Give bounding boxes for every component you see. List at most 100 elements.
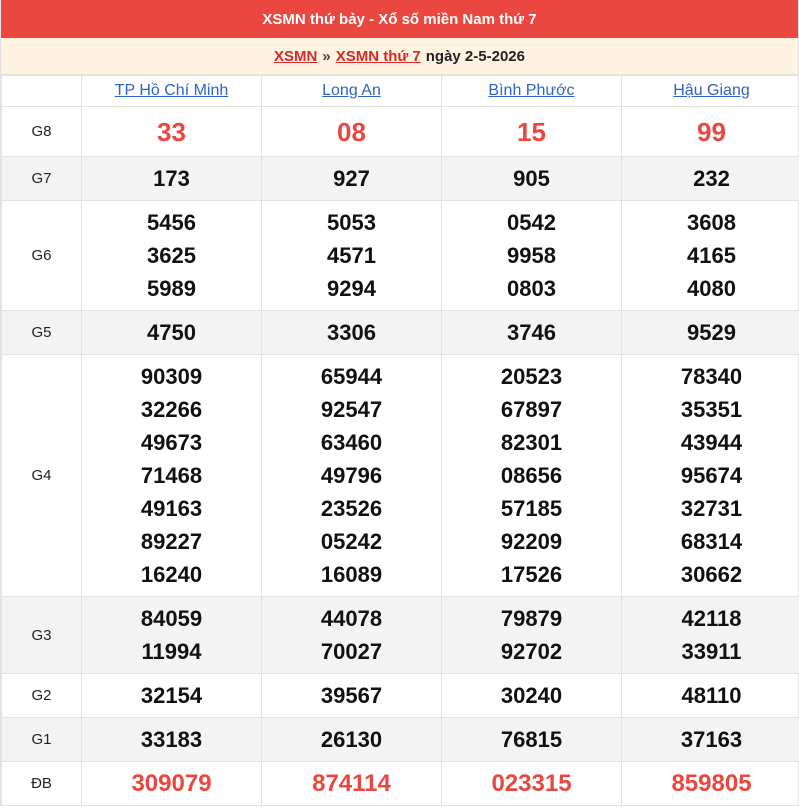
prize-cell: 232: [621, 156, 799, 201]
prize-number: 905: [513, 166, 550, 191]
prize-number: 5456: [147, 210, 196, 235]
prize-number: 9294: [327, 276, 376, 301]
prize-cell: 5456 3625 5989: [81, 200, 262, 311]
prize-number: 42118: [681, 606, 742, 631]
prize-number: 232: [693, 166, 730, 191]
province-link-hau-giang[interactable]: Hậu Giang: [673, 82, 750, 99]
prize-number: 3625: [147, 243, 196, 268]
prize-cell: 39567: [261, 673, 442, 718]
breadcrumb-link-xsmn-thu-7[interactable]: XSMN thứ 7: [336, 48, 421, 65]
prize-number: 57185: [500, 496, 563, 521]
prize-cell: 3306: [261, 310, 442, 355]
prize-number: 4750: [147, 320, 196, 345]
prize-number: 26130: [320, 727, 383, 752]
prize-cell: 4750: [81, 310, 262, 355]
prize-cell: 33: [81, 106, 262, 157]
prize-cell: 859805: [621, 761, 799, 806]
prize-number: 0803: [507, 276, 556, 301]
prize-number: 32266: [140, 397, 203, 422]
prize-number: 82301: [500, 430, 563, 455]
prize-label: G8: [1, 106, 82, 157]
prize-number: 71468: [140, 463, 203, 488]
prize-number: 08656: [500, 463, 563, 488]
prize-number: 9958: [507, 243, 556, 268]
prize-number: 44078: [320, 606, 383, 631]
prize-row: G7 173 927 905 232: [1, 156, 799, 201]
prize-cell: 76815: [441, 717, 622, 762]
header-empty-cell: [1, 75, 82, 107]
results-panel: XSMN thứ bảy - Xổ số miền Nam thứ 7 XSMN…: [0, 0, 799, 806]
prize-cell: 905: [441, 156, 622, 201]
province-link-long-an[interactable]: Long An: [322, 82, 381, 99]
prize-row: G1 33183 26130 76815 37163: [1, 717, 799, 762]
prize-label: G3: [1, 596, 82, 674]
prize-number: 05242: [320, 529, 383, 554]
prize-number: 5053: [327, 210, 376, 235]
prize-cell: 37163: [621, 717, 799, 762]
prize-number: 92547: [320, 397, 383, 422]
prize-number: 92209: [500, 529, 563, 554]
prize-number: 90309: [140, 364, 203, 389]
prize-cell: 65944 92547 63460 49796 23526 05242 16089: [261, 354, 442, 597]
prize-label: G7: [1, 156, 82, 201]
prize-cell: 99: [621, 106, 799, 157]
prize-row: G5 4750 3306 3746 9529: [1, 310, 799, 355]
prize-number: 76815: [500, 727, 563, 752]
prize-number: 17526: [500, 562, 563, 587]
prize-row: G3 84059 11994 44078 70027 79879 92702 42118 339…: [1, 596, 799, 674]
prize-cell: 44078 70027: [261, 596, 442, 674]
prize-row: G4 90309 32266 49673 71468 49163 89227 16240 659…: [1, 354, 799, 597]
prize-row: G6 5456 3625 5989 5053 4571 9294 0542 9958 0803 36…: [1, 200, 799, 311]
prize-cell: 79879 92702: [441, 596, 622, 674]
province-link-tp-ho-chi-minh[interactable]: TP Hồ Chí Minh: [115, 82, 229, 99]
results-table: TP Hồ Chí Minh Long An Bình Phước Hậu Gi…: [1, 75, 799, 806]
prize-number: 20523: [500, 364, 563, 389]
prize-cell: 3746: [441, 310, 622, 355]
prize-number: 15: [517, 116, 546, 147]
prize-row: G2 32154 39567 30240 48110: [1, 673, 799, 718]
prize-number: 70027: [320, 639, 383, 664]
prize-number: 33183: [140, 727, 203, 752]
prize-number: 173: [153, 166, 190, 191]
prize-number: 874114: [312, 769, 391, 797]
prize-number: 92702: [500, 639, 563, 664]
prize-number: 33: [157, 116, 186, 147]
prize-cell: 33183: [81, 717, 262, 762]
prize-number: 32731: [680, 496, 743, 521]
prize-number: 23526: [320, 496, 383, 521]
prize-cell: 927: [261, 156, 442, 201]
prize-number: 79879: [500, 606, 563, 631]
prize-number: 37163: [680, 727, 743, 752]
prize-number: 9529: [687, 320, 736, 345]
prize-number: 39567: [320, 683, 383, 708]
prize-label: G4: [1, 354, 82, 597]
province-link-binh-phuoc[interactable]: Bình Phước: [488, 82, 574, 99]
prize-number: 30662: [680, 562, 743, 587]
prize-cell: 309079: [81, 761, 262, 806]
prize-number: 30240: [500, 683, 563, 708]
prize-cell: 3608 4165 4080: [621, 200, 799, 311]
prize-cell: 08: [261, 106, 442, 157]
prize-number: 65944: [320, 364, 383, 389]
prize-number: 859805: [671, 769, 752, 797]
province-header-row: TP Hồ Chí Minh Long An Bình Phước Hậu Gi…: [1, 75, 799, 107]
province-header-cell: Hậu Giang: [621, 75, 799, 107]
prize-number: 49673: [140, 430, 203, 455]
prize-cell: 5053 4571 9294: [261, 200, 442, 311]
prize-row: G8 33 08 15 99: [1, 106, 799, 157]
prize-number: 32154: [140, 683, 203, 708]
prize-number: 4571: [327, 243, 376, 268]
province-header-cell: Long An: [261, 75, 442, 107]
prize-cell: 874114: [261, 761, 442, 806]
prize-cell: 173: [81, 156, 262, 201]
prize-cell: 023315: [441, 761, 622, 806]
prize-number: 67897: [500, 397, 563, 422]
prize-cell: 30240: [441, 673, 622, 718]
draw-date: ngày 2-5-2026: [425, 47, 525, 65]
prize-number: 927: [333, 166, 370, 191]
prize-number: 95674: [680, 463, 743, 488]
prize-number: 11994: [141, 639, 202, 664]
prize-number: 63460: [320, 430, 383, 455]
prize-number: 48110: [681, 683, 742, 708]
breadcrumb-link-xsmn[interactable]: XSMN: [274, 48, 317, 65]
